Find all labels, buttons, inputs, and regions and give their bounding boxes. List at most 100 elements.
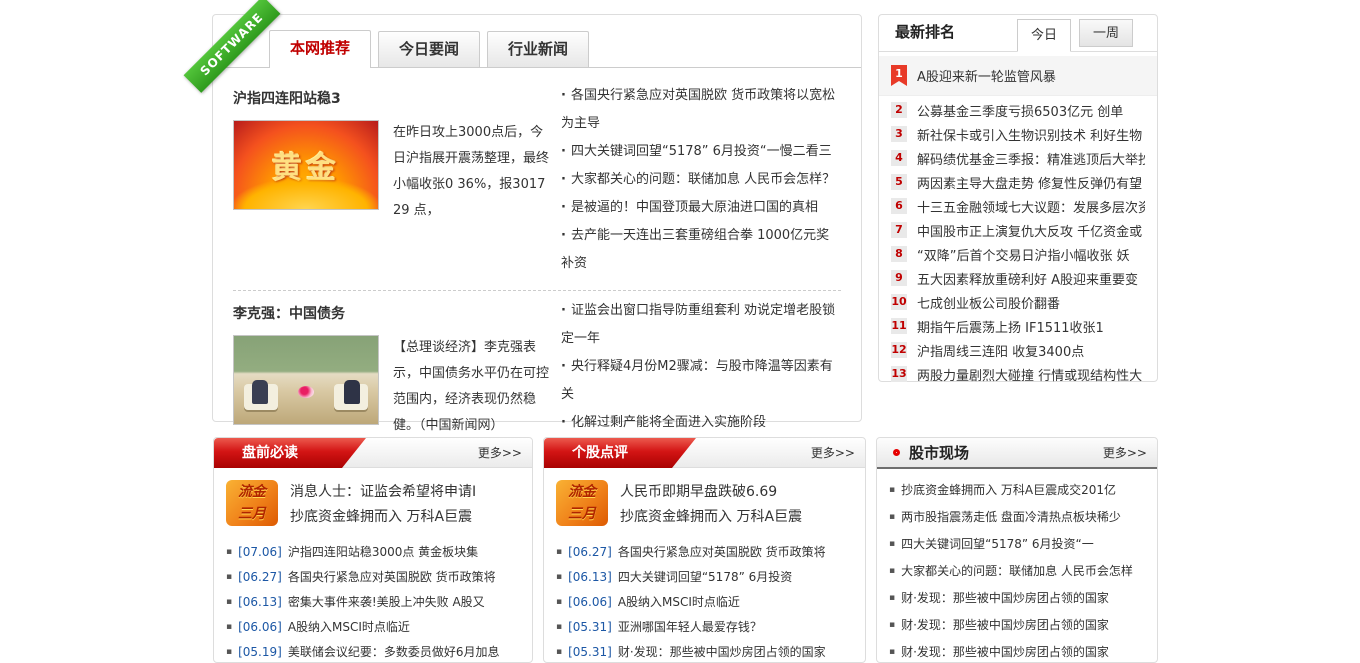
ranking-item-text: 解码绩优基金三季报：精准逃顶后大举抄 [917,149,1145,168]
ranking-tab-week[interactable]: 一周 [1079,19,1133,47]
news-link[interactable]: 财·发现：那些被中国炒房团占领的国家 [889,585,1147,612]
dated-news-link[interactable]: [07.06]沪指四连阳站稳3000点 黄金板块集 [226,540,522,565]
main-news-panel: 本网推荐 今日要闻 行业新闻 沪指四连阳站稳3 黄金 在昨日攻上3000点后，今… [212,14,862,422]
dated-news-link[interactable]: [06.06] A股纳入MSCI时点临近 [226,615,522,640]
more-link[interactable]: 更多>> [1103,444,1147,461]
panel-market-live: 股市现场 更多>> 抄底资金蜂拥而入 万科A巨震成交201亿 两市股指震荡走低 … [876,437,1158,663]
news-link[interactable]: 去产能一天连出三套重磅组合拳 1000亿元奖补资 [561,222,841,278]
gold-image-text: 黄金 [272,143,340,187]
news-link[interactable]: 大家都关心的问题：联储加息 人民币会怎样？ [561,166,841,194]
ranking-item-text: 期指午后震荡上扬 IF1511收张1 [917,317,1104,336]
news-date: [06.06] [238,620,282,634]
dated-news-link[interactable]: [06.06]A股纳入MSCI时点临近 [556,590,855,615]
icon-text-line2: 三月 [556,503,608,525]
ranking-item[interactable]: 4 解码绩优基金三季报：精准逃顶后大举抄 [879,146,1157,170]
featured-line1[interactable]: 人民币即期早盘跌破6.69 [620,480,802,505]
ranking-item[interactable]: 1 A股迎来新一轮监管风暴 [879,56,1157,96]
panel-header: 盘前必读 更多>> [214,438,532,468]
news-text: A股纳入MSCI时点临近 [618,595,740,609]
news-text: 美联储会议纪要：多数委员做好6月加息 [288,645,500,659]
news-text: 密集大事件来袭!美股上冲失败 A股又 [288,595,485,609]
dated-news-link[interactable]: [05.31]亚洲哪国年轻人最爱存钱？ [556,615,855,640]
ranking-item[interactable]: 8 “双降”后首个交易日沪指小幅收张 妖 [879,242,1157,266]
story-title[interactable]: 沪指四连阳站稳3 [233,88,555,108]
ranking-item-text: “双降”后首个交易日沪指小幅收张 妖 [917,245,1130,264]
news-date: [06.13] [568,570,612,584]
news-link[interactable]: 财·发现：那些被中国炒房团占领的国家 [889,639,1147,663]
more-link[interactable]: 更多>> [811,438,855,468]
news-link[interactable]: 四大关键词回望“5178” 6月投资“一 [889,531,1147,558]
panel-stock-comments: 个股点评 更多>> 流金 三月 人民币即期早盘跌破6.69 抄底资金蜂拥而入 万… [543,437,866,663]
ranking-item-text: 中国股市正上演复仇大反攻 千亿资金或 [917,221,1142,240]
ranking-item[interactable]: 2 公募基金三季度亏损6503亿元 创单 [879,98,1157,122]
news-link[interactable]: 是被逼的！中国登顶最大原油进口国的真相 [561,194,841,222]
story-summary[interactable]: 在昨日攻上3000点后，今日沪指展开震荡整理，最终小幅收张0 36%，报3017… [393,120,555,224]
rank-badge: 3 [891,126,907,142]
meeting-figure-right [344,380,360,404]
ranking-item-text: 十三五金融领域七大议题：发展多层次资 [917,197,1145,216]
icon-text-line1: 流金 [226,481,278,503]
ranking-item[interactable]: 12 沪指周线三连阳 收复3400点 [879,338,1157,362]
news-text: A股纳入MSCI时点临近 [288,620,410,634]
icon-text-line2: 三月 [226,503,278,525]
ranking-item-text: 五大因素释放重磅利好 A股迎来重要变 [917,269,1138,288]
rank-badge: 9 [891,270,907,286]
news-text: 沪指四连阳站稳3000点 黄金板块集 [288,545,478,559]
rank-badge: 7 [891,222,907,238]
featured-line1[interactable]: 消息人士：证监会希望将申请I [290,480,476,505]
news-link[interactable]: 证监会出窗口指导防重组套利 劝说定增老股锁定一年 [561,297,841,353]
story-image-gold[interactable]: 黄金 [233,120,379,210]
dated-news-link[interactable]: [06.27] 各国央行紧急应对英国脱欧 货币政策将 [556,540,855,565]
news-link[interactable]: 财·发现：那些被中国炒房团占领的国家 [889,612,1147,639]
news-link[interactable]: 四大关键词回望“5178” 6月投资“一慢二看三 [561,138,841,166]
news-link[interactable]: 化解过剩产能将全面进入实施阶段 [561,409,841,437]
news-text: 亚洲哪国年轻人最爱存钱？ [618,620,762,634]
meeting-flowers [298,386,314,398]
ranking-item-text: A股迎来新一轮监管风暴 [917,66,1056,85]
story-title[interactable]: 李克强：中国债务 [233,303,555,323]
ranking-header: 最新排名 今日 一周 [879,15,1157,52]
tab-industry-news[interactable]: 行业新闻 [487,31,589,67]
panel-news-list: [06.27] 各国央行紧急应对英国脱欧 货币政策将 [06.13]四大关键词回望… [544,536,865,663]
panel-header: 个股点评 更多>> [544,438,865,468]
rank-badge: 8 [891,246,907,262]
ranking-tab-today[interactable]: 今日 [1017,19,1071,52]
news-text: 财·发现：那些被中国炒房团占领的国家 [618,645,826,659]
rank-badge: 4 [891,150,907,166]
dated-news-link[interactable]: [05.19]美联储会议纪要：多数委员做好6月加息 [226,640,522,663]
story-1: 沪指四连阳站稳3 黄金 在昨日攻上3000点后，今日沪指展开震荡整理，最终小幅收… [233,80,841,278]
rank-badge: 2 [891,102,907,118]
news-link[interactable]: 两市股指震荡走低 盘面冷清热点板块稀少 [889,504,1147,531]
ranking-item[interactable]: 5 两因素主导大盘走势 修复性反弹仍有望 [879,170,1157,194]
dated-news-link[interactable]: [06.13]四大关键词回望“5178” 6月投资 [556,565,855,590]
news-link[interactable]: 各国央行紧急应对英国脱欧 货币政策将以宽松为主导 [561,82,841,138]
story-summary[interactable]: 【总理谈经济】李克强表示，中国债务水平仍在可控范围内，经济表现仍然稳健。（中国新… [393,335,555,439]
ranking-item[interactable]: 9 五大因素释放重磅利好 A股迎来重要变 [879,266,1157,290]
ranking-item[interactable]: 7 中国股市正上演复仇大反攻 千亿资金或 [879,218,1157,242]
news-date: [06.27] [238,570,282,584]
dated-news-link[interactable]: [06.27]各国央行紧急应对英国脱欧 货币政策将 [226,565,522,590]
panel-premarket: 盘前必读 更多>> 流金 三月 消息人士：证监会希望将申请I 抄底资金蜂拥而入 … [213,437,533,663]
tab-site-recommend[interactable]: 本网推荐 [269,30,371,68]
story-image-meeting[interactable] [233,335,379,425]
news-date: [06.27] [568,545,612,559]
ranking-item-text: 两股力量剧烈大碰撞 行情或现结构性大 [917,365,1142,384]
news-link[interactable]: 抄底资金蜂拥而入 万科A巨震成交201亿 [889,477,1147,504]
tab-today-headlines[interactable]: 今日要闻 [378,31,480,67]
featured-line2[interactable]: 抄底资金蜂拥而入 万科A巨震 [290,505,476,530]
dated-news-link[interactable]: [06.13]密集大事件来袭!美股上冲失败 A股又 [226,590,522,615]
ranking-item[interactable]: 6 十三五金融领域七大议题：发展多层次资 [879,194,1157,218]
more-link[interactable]: 更多>> [478,438,522,468]
ranking-item[interactable]: 10 七成创业板公司股价翻番 [879,290,1157,314]
featured-story[interactable]: 流金 三月 消息人士：证监会希望将申请I 抄底资金蜂拥而入 万科A巨震 [214,468,532,536]
ranking-item[interactable]: 3 新社保卡或引入生物识别技术 利好生物 [879,122,1157,146]
ranking-item[interactable]: 13 两股力量剧烈大碰撞 行情或现结构性大 [879,362,1157,386]
featured-line2[interactable]: 抄底资金蜂拥而入 万科A巨震 [620,505,802,530]
news-text: 各国央行紧急应对英国脱欧 货币政策将 [618,545,826,559]
news-link[interactable]: 大家都关心的问题：联储加息 人民币会怎样 [889,558,1147,585]
meeting-figure-left [252,380,268,404]
news-link[interactable]: 央行释疑4月份M2骤减：与股市降温等因素有关 [561,353,841,409]
dated-news-link[interactable]: [05.31]财·发现：那些被中国炒房团占领的国家 [556,640,855,663]
featured-story[interactable]: 流金 三月 人民币即期早盘跌破6.69 抄底资金蜂拥而入 万科A巨震 [544,468,865,536]
ranking-item[interactable]: 11 期指午后震荡上扬 IF1511收张1 [879,314,1157,338]
